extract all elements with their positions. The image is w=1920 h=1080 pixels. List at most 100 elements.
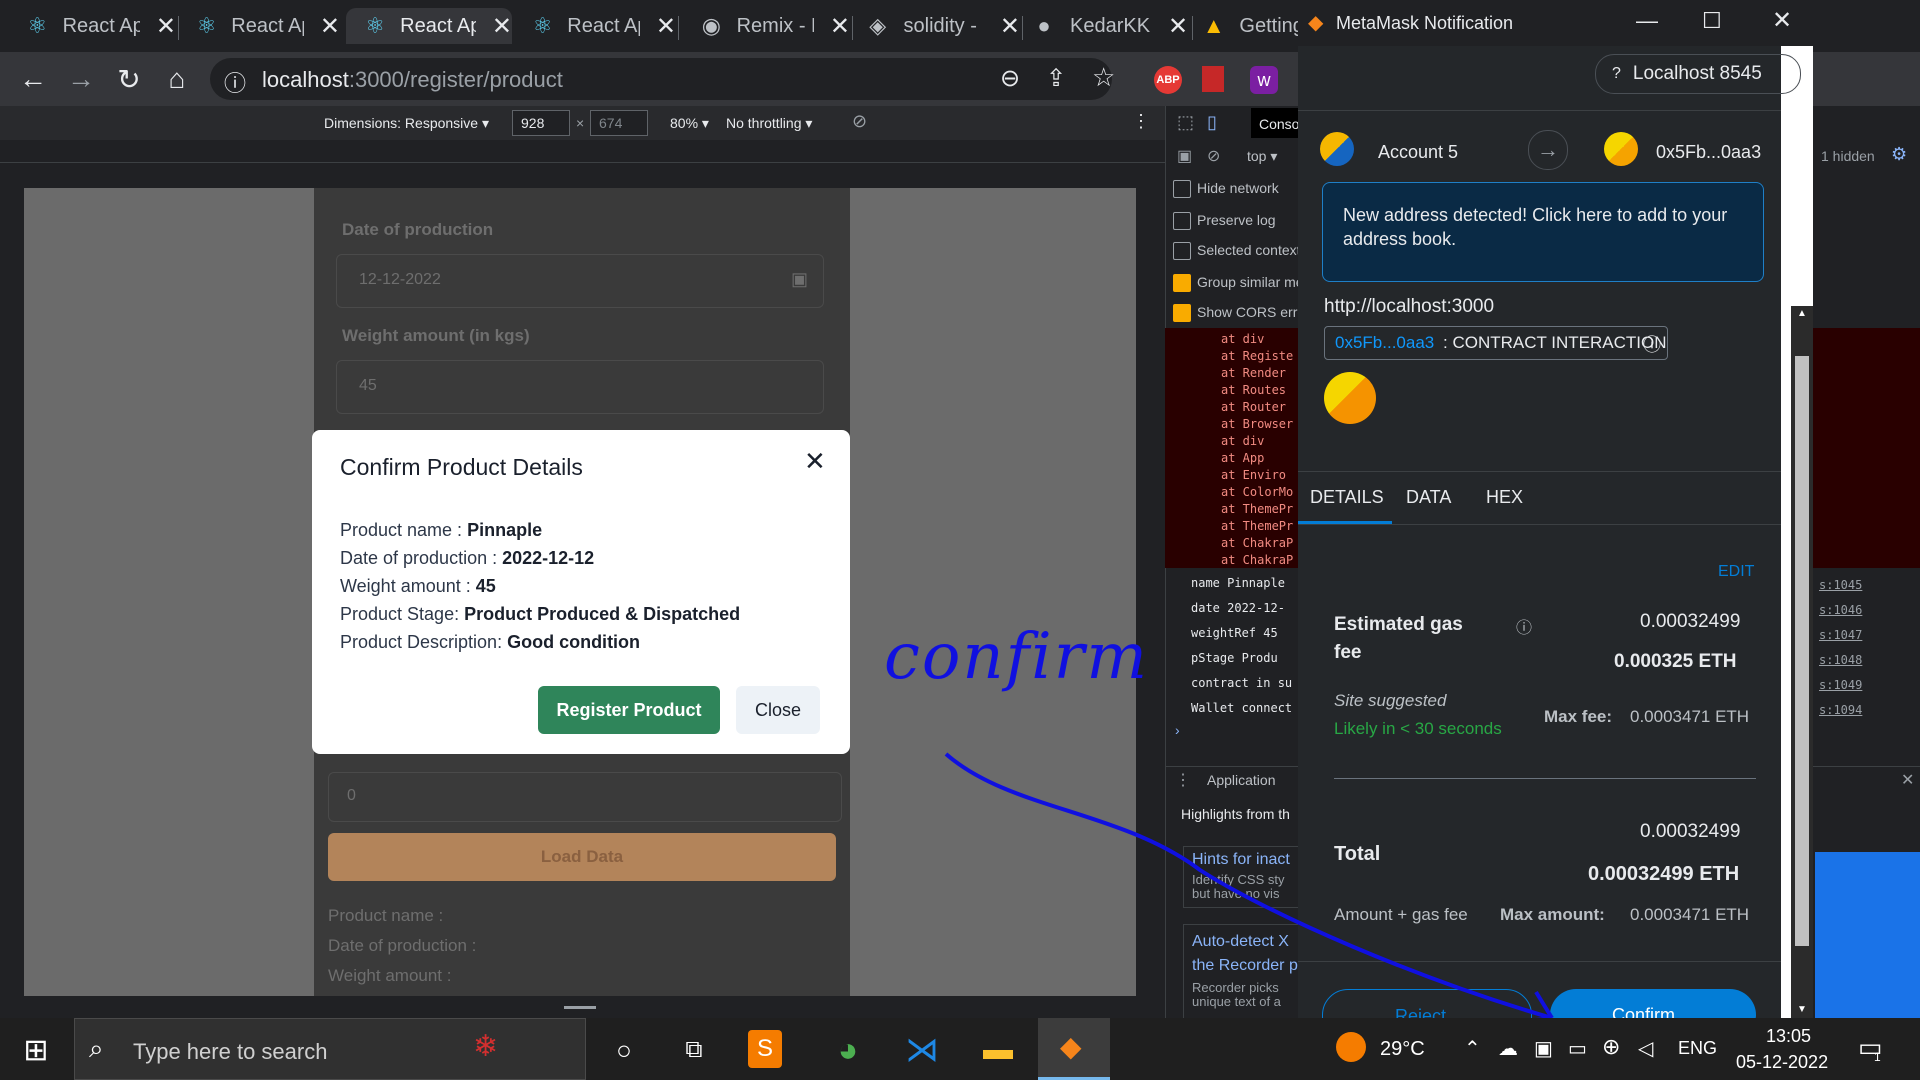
source-link[interactable]: s:1048 bbox=[1819, 653, 1862, 667]
selected-context-checkbox[interactable] bbox=[1173, 242, 1191, 260]
to-account[interactable]: 0x5Fb...0aa3 bbox=[1656, 142, 1761, 163]
inspect-icon[interactable]: ⬚ bbox=[1177, 112, 1194, 133]
close-tab-icon[interactable]: ✕ bbox=[656, 12, 676, 41]
vscode-icon[interactable]: ⋊ bbox=[900, 1028, 944, 1072]
cortana-icon[interactable]: ○ bbox=[602, 1028, 646, 1072]
register-product-button[interactable]: Register Product bbox=[538, 686, 720, 734]
tray-icon[interactable]: ▣ bbox=[1534, 1036, 1553, 1061]
language-indicator[interactable]: ENG bbox=[1678, 1038, 1717, 1059]
weight-input[interactable]: 45 bbox=[336, 360, 824, 414]
rotate-icon[interactable]: ⊘ bbox=[852, 111, 867, 132]
file-explorer-icon[interactable]: ▬ bbox=[976, 1028, 1020, 1072]
new-address-notice[interactable]: New address detected! Click here to add … bbox=[1322, 182, 1764, 282]
info-icon[interactable]: ⓘ bbox=[224, 66, 246, 98]
info-icon[interactable]: ⓘ bbox=[1643, 331, 1661, 357]
console-tab[interactable]: Conso bbox=[1251, 108, 1303, 138]
throttling-select[interactable]: No throttling ▾ bbox=[726, 115, 812, 132]
close-icon[interactable]: ✕ bbox=[804, 446, 826, 477]
zoom-select[interactable]: 80% ▾ bbox=[670, 115, 709, 132]
source-link[interactable]: s:1045 bbox=[1819, 578, 1862, 592]
source-link[interactable]: s:1047 bbox=[1819, 628, 1862, 642]
clock-date[interactable]: 05-12-2022 bbox=[1736, 1052, 1828, 1073]
taskbar-search[interactable]: ⌕ Type here to search ❄ bbox=[74, 1018, 586, 1080]
back-icon[interactable]: ← bbox=[16, 62, 50, 96]
load-data-button[interactable]: Load Data bbox=[328, 833, 836, 881]
home-icon[interactable]: ⌂ bbox=[160, 62, 194, 96]
browser-tab[interactable]: ⚛ React Ap ✕ bbox=[180, 8, 340, 44]
zoom-icon[interactable]: ⊖ bbox=[1000, 64, 1020, 93]
chrome-icon[interactable]: ◕ bbox=[826, 1028, 870, 1072]
metamask-scrollbar[interactable]: ▲ ▼ bbox=[1791, 306, 1813, 1018]
browser-tab[interactable]: ● KedarKK ✕ bbox=[1024, 8, 1194, 44]
browser-tab[interactable]: ⚛ React Ap ✕ bbox=[0, 8, 176, 44]
id-input[interactable]: 0 bbox=[328, 772, 842, 822]
close-tab-icon[interactable]: ✕ bbox=[830, 12, 850, 41]
weather-temperature[interactable]: 29°C bbox=[1380, 1038, 1425, 1061]
browser-tab[interactable]: ◉ Remix - E ✕ bbox=[680, 8, 850, 44]
modal-title: Confirm Product Details bbox=[340, 454, 583, 480]
browser-tab[interactable]: ◈ solidity - ✕ bbox=[854, 8, 1020, 44]
sublime-text-icon[interactable]: S bbox=[748, 1030, 782, 1068]
close-tab-icon[interactable]: ✕ bbox=[492, 12, 512, 41]
close-tab-icon[interactable]: ✕ bbox=[1168, 12, 1188, 41]
preserve-log-checkbox[interactable] bbox=[1173, 212, 1191, 230]
group-similar-checkbox[interactable] bbox=[1173, 274, 1191, 292]
forward-icon[interactable]: → bbox=[64, 62, 98, 96]
edit-gas-link[interactable]: EDIT bbox=[1718, 563, 1754, 581]
info-icon[interactable]: ⓘ bbox=[1516, 614, 1532, 638]
show-cors-checkbox[interactable] bbox=[1173, 304, 1191, 322]
resize-handle[interactable] bbox=[564, 1006, 596, 1009]
close-window-icon[interactable]: ✕ bbox=[1772, 6, 1792, 35]
network-globe-icon[interactable]: ⊕ bbox=[1602, 1034, 1620, 1060]
more-options-icon[interactable]: ⋮ bbox=[1132, 111, 1150, 132]
tab-hex[interactable]: HEX bbox=[1486, 487, 1523, 508]
clock-time[interactable]: 13:05 bbox=[1766, 1026, 1811, 1047]
stage-line: Product Stage: Product Produced & Dispat… bbox=[340, 604, 741, 624]
close-tab-icon[interactable]: ✕ bbox=[320, 12, 340, 41]
task-view-icon[interactable]: ⧉ bbox=[672, 1028, 716, 1072]
chevron-up-icon[interactable]: ⌃ bbox=[1464, 1036, 1481, 1061]
height-input[interactable]: 674 bbox=[590, 110, 648, 136]
reload-icon[interactable]: ↻ bbox=[112, 62, 146, 96]
battery-icon[interactable]: ▭ bbox=[1568, 1036, 1587, 1061]
width-input[interactable]: 928 bbox=[512, 110, 570, 136]
dimensions-select[interactable]: Dimensions: Responsive ▾ bbox=[324, 115, 489, 132]
tab-details[interactable]: DETAILS bbox=[1310, 487, 1384, 508]
source-link[interactable]: s:1046 bbox=[1819, 603, 1862, 617]
extension-icon[interactable] bbox=[1202, 66, 1224, 92]
weather-icon[interactable] bbox=[1336, 1032, 1366, 1062]
share-icon[interactable]: ⇪ bbox=[1046, 64, 1066, 93]
hide-network-checkbox[interactable] bbox=[1173, 180, 1191, 198]
close-button[interactable]: Close bbox=[736, 686, 820, 734]
console-prompt-icon[interactable]: › bbox=[1175, 722, 1180, 738]
minimize-icon[interactable]: — bbox=[1636, 8, 1658, 34]
source-link[interactable]: s:1094 bbox=[1819, 703, 1862, 717]
date-input[interactable]: 12-12-2022 ▣ bbox=[336, 254, 824, 308]
bookmark-star-icon[interactable]: ☆ bbox=[1092, 62, 1115, 93]
browser-tab[interactable]: ⚛ React Ap ✕ bbox=[516, 8, 676, 44]
calendar-icon[interactable]: ▣ bbox=[791, 269, 808, 290]
source-link[interactable]: s:1049 bbox=[1819, 678, 1862, 692]
browser-tab-active[interactable]: ⚛ React Ap ✕ bbox=[346, 8, 512, 44]
address-bar[interactable]: ⓘ localhost:3000/register/product ⊖ ⇪ ☆ bbox=[210, 58, 1115, 100]
device-toggle-icon[interactable]: ▯ bbox=[1207, 112, 1217, 133]
network-selector[interactable]: ? Localhost 8545 bbox=[1595, 54, 1801, 94]
tab-data[interactable]: DATA bbox=[1406, 487, 1451, 508]
console-settings-icon[interactable]: ⚙ bbox=[1891, 144, 1907, 165]
windows-start-icon[interactable]: ⊞ bbox=[14, 1028, 58, 1072]
metamask-fox-icon: ◆ bbox=[1308, 12, 1324, 34]
metamask-taskbar-button[interactable]: ◆ bbox=[1038, 1018, 1110, 1080]
volume-icon[interactable]: ◁ bbox=[1638, 1036, 1653, 1061]
context-select[interactable]: top ▾ bbox=[1247, 148, 1277, 165]
extension-w-icon[interactable]: w bbox=[1250, 66, 1278, 94]
maximize-icon[interactable]: ☐ bbox=[1702, 8, 1722, 34]
browser-tab[interactable]: ▲ Getting bbox=[1194, 8, 1298, 44]
onedrive-icon[interactable]: ☁ bbox=[1498, 1036, 1518, 1061]
contract-interaction-pill[interactable]: 0x5Fb...0aa3 : CONTRACT INTERACTION ⓘ bbox=[1324, 326, 1668, 360]
sidebar-icon[interactable]: ▣ bbox=[1177, 146, 1192, 166]
close-tab-icon[interactable]: ✕ bbox=[1000, 12, 1020, 41]
close-tab-icon[interactable]: ✕ bbox=[156, 12, 176, 41]
adblock-icon[interactable]: ABP bbox=[1154, 66, 1182, 94]
close-drawer-icon[interactable]: ✕ bbox=[1901, 770, 1914, 790]
clear-console-icon[interactable]: ⊘ bbox=[1207, 146, 1220, 166]
